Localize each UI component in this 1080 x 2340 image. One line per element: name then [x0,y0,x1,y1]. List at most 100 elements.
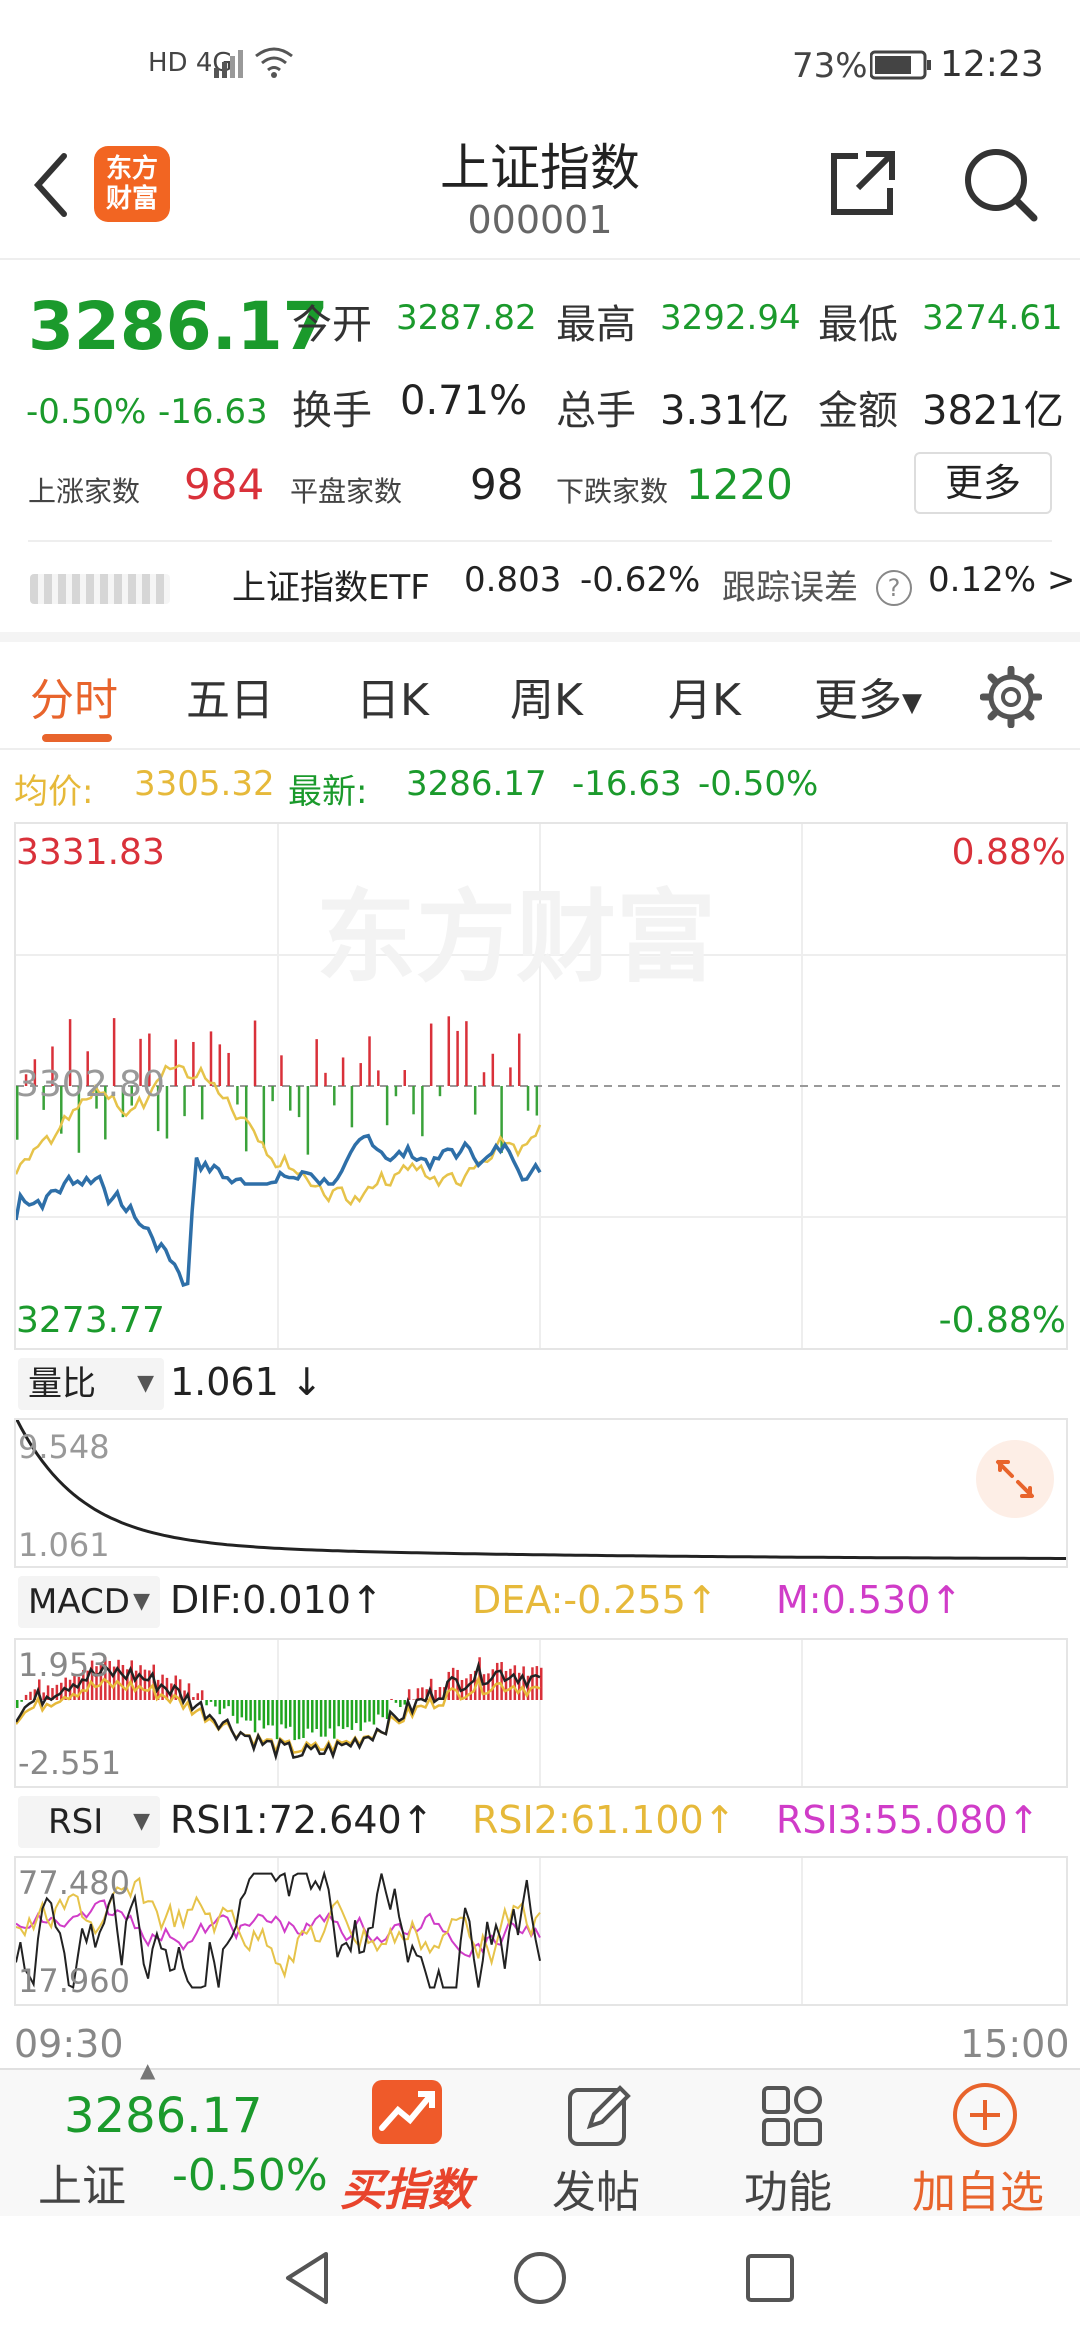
up-count: 984 [184,460,265,509]
macd-m: M:0.530↑ [776,1578,963,1622]
nav-home-icon[interactable] [512,2250,568,2306]
macd-bar [244,1700,248,1721]
status-bar: HD 4G 73% 12:23 [0,0,1080,130]
macd-bar [333,1700,336,1739]
macd-bar [29,1691,32,1700]
macd-bar [337,1700,340,1727]
indicator-selector-macd[interactable]: MACD ▼ [18,1576,160,1628]
macd-bar [363,1700,367,1723]
tab-more[interactable]: 更多▼ [814,664,922,728]
nav-recents-icon[interactable] [744,2252,796,2304]
buy-index-button[interactable]: 买指数 [340,2154,472,2218]
post-edit-icon[interactable] [566,2084,636,2148]
volume-bar [447,1016,451,1086]
tab-daily-k[interactable]: 日K [356,664,429,728]
volume-bar [377,1070,380,1086]
indicator-selector-volume-ratio[interactable]: 量比 ▼ [18,1358,164,1410]
macd-bar [346,1700,349,1728]
macd-bar [372,1700,376,1725]
macd-bar [218,1700,222,1715]
macd-bar [315,1700,318,1730]
bottom-price[interactable]: 3286.17 [64,2088,263,2144]
add-watchlist-button[interactable]: 加自选 [912,2156,1044,2220]
rsi-chart[interactable]: 77.480 17.960 [14,1856,1068,2006]
tracking-error-value[interactable]: 0.12% > [928,560,1075,600]
macd-bar [355,1700,358,1724]
macd-chart[interactable]: 1.953 -2.551 [14,1638,1068,1788]
macd-bar [311,1700,314,1733]
caret-up-icon[interactable]: ▲ [140,2058,155,2082]
wifi-icon [255,47,293,78]
volume-ratio-chart[interactable]: 9.548 1.061 [14,1418,1068,1568]
macd-bar [381,1700,384,1718]
help-icon[interactable]: ? [876,570,912,606]
low-value: 3274.61 [922,298,1063,338]
macd-bar [390,1698,393,1700]
expand-button[interactable] [976,1440,1054,1518]
chevron-down-icon: ▼ [137,1371,154,1396]
current-price: 3286.17 [28,288,329,365]
volume-bar [271,1086,274,1102]
macd-bar [447,1671,451,1700]
function-button[interactable]: 功能 [744,2156,832,2220]
bottom-index-name[interactable]: 上证 [38,2150,126,2214]
macd-bar [403,1700,406,1705]
macd-bar [540,1667,543,1700]
post-button[interactable]: 发帖 [552,2156,640,2220]
etf-price: 0.803 [464,560,562,600]
chevron-down-icon: ▼ [902,688,922,718]
etf-name[interactable]: 上证指数ETF [232,560,430,609]
macd-bar [293,1700,296,1741]
nav-back-icon[interactable] [282,2250,332,2306]
volume-value: 3.31亿 [660,388,790,434]
divider [0,748,1080,750]
volume-bar [289,1086,292,1111]
macd-bar [205,1700,208,1706]
blurred-text [30,574,170,604]
turnover-value: 0.71% [400,378,528,424]
latest-change: -16.63 [572,764,682,804]
y-mid-label: 3302.80 [16,1064,165,1105]
macd-bar [394,1700,398,1703]
volume-bar [183,1086,186,1117]
latest-price: 3286.17 [406,764,547,804]
tab-monthly-k[interactable]: 月K [668,664,741,728]
macd-bar [192,1697,195,1700]
gear-icon[interactable] [980,666,1042,728]
vr-bottom-label: 1.061 [18,1526,110,1564]
open-value: 3287.82 [396,298,537,338]
macd-bar [341,1700,345,1729]
page-title: 上证指数 [440,139,640,197]
macd-bar [240,1700,244,1718]
rsi3-value: RSI3:55.080↑ [776,1798,1040,1842]
macd-bar [517,1672,521,1700]
volume-bar [509,1067,512,1086]
macd-bar [196,1693,200,1700]
volume-bar [456,1030,459,1086]
volume-bar [368,1036,371,1086]
time-end-label: 15:00 [960,2022,1070,2066]
macd-bar [266,1700,270,1726]
volume-bar [412,1086,415,1115]
intraday-chart[interactable]: 东方财富 3331.83 0.88% 3302.80 3273.77 -0.88… [14,822,1068,1350]
macd-bar [434,1689,437,1700]
indicator-selector-rsi[interactable]: RSI ▼ [18,1796,160,1848]
macd-bar [377,1700,380,1715]
macd-bar [275,1700,279,1740]
tab-weekly-k[interactable]: 周K [510,664,583,728]
tab-five-day[interactable]: 五日 [186,664,274,728]
macd-bar [513,1665,517,1700]
volume-bar [517,1033,521,1086]
more-button[interactable]: 更多 [914,452,1052,514]
trend-up-icon[interactable] [372,2080,442,2144]
clock: 12:23 [940,44,1044,85]
tab-intraday[interactable]: 分时 [30,664,118,728]
macd-bar [24,1694,28,1700]
volume-bar [200,1086,204,1120]
macd-bar [412,1699,415,1700]
bottom-percent[interactable]: -0.50% [172,2150,328,2201]
search-icon[interactable] [960,144,1040,224]
share-icon[interactable] [828,148,898,218]
add-circle-icon[interactable] [950,2080,1020,2150]
function-grid-icon[interactable] [760,2084,824,2148]
